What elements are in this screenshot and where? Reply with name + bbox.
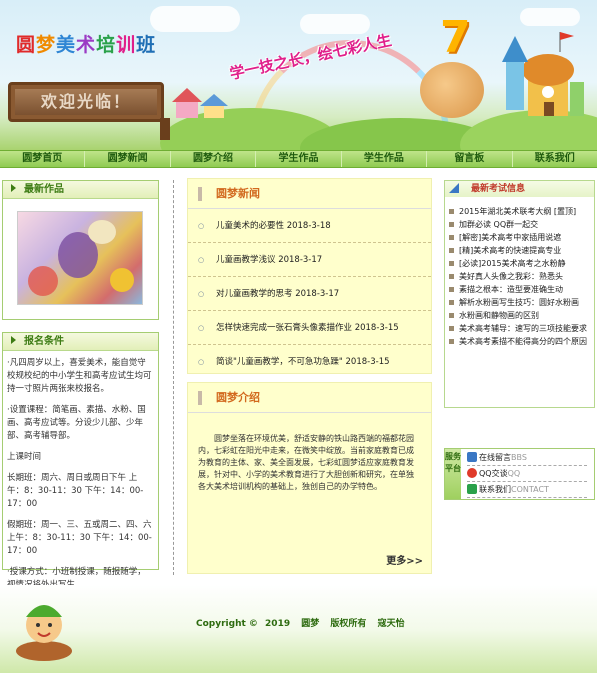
qq-suffix: QQ <box>507 469 521 478</box>
arrow-right-icon <box>11 184 16 192</box>
qq-label: QQ交谈 <box>479 469 508 478</box>
sign-post <box>160 118 170 140</box>
logo-char: 培 <box>96 34 117 56</box>
latest-works-box: 最新作品 <box>2 180 159 320</box>
guestbook-icon <box>467 452 477 462</box>
news-panel: 圆梦新闻 儿童美术的必要性 2018-3-18 儿童画教学浅议 2018-3-1… <box>187 178 432 379</box>
contact-icon <box>467 484 477 494</box>
exam-link[interactable]: [必读]2015美术高考之水粉静 <box>449 257 590 270</box>
exam-link[interactable]: [解密]美术高考中家插用说遮 <box>449 231 590 244</box>
copyright-year: 2019 <box>265 619 291 629</box>
nav-about[interactable]: 圆梦介绍 <box>171 151 257 167</box>
cloud <box>150 6 240 32</box>
latest-works-title: 最新作品 <box>24 184 64 195</box>
news-link[interactable]: 儿童美术的必要性 2018-3-18 <box>188 209 431 243</box>
cloud <box>300 14 370 34</box>
nav-contact[interactable]: 联系我们 <box>513 151 597 167</box>
intro-panel: 圆梦介绍 圆梦坐落在环境优美，舒适安静的铁山路西端的福都花园内，七彩虹在阳光中走… <box>187 382 432 574</box>
number-seven-badge: 7 <box>440 12 471 63</box>
copyright-author: 寇天怡 <box>377 619 405 629</box>
nav-works[interactable]: 学生作品 <box>256 151 342 167</box>
copyright-name: 圆梦 <box>301 619 320 629</box>
logo-char: 训 <box>116 34 137 56</box>
enroll-paragraph: 长期班：周六、周日或周日下午 上午：8：30-11：30 下午：14：00-17… <box>7 473 144 509</box>
intro-text: 圆梦坐落在环境优美，舒适安静的铁山路西端的福都花园内，七彩虹在阳光中走来，在微笑… <box>198 434 414 491</box>
footer: Copyright © 2019 圆梦 版权所有 寇天怡 <box>0 585 597 673</box>
logo-char: 梦 <box>36 34 57 56</box>
exam-link[interactable]: 2015年湖北美术联考大纲 [置顶] <box>449 205 590 218</box>
arrow-right-icon <box>11 336 16 344</box>
contact-link[interactable]: 联系我们CONTACT <box>467 483 587 498</box>
nav-news[interactable]: 圆梦新闻 <box>85 151 171 167</box>
news-link[interactable]: 简谈"儿童画教学，不可急功急躁" 2018-3-15 <box>188 345 431 379</box>
enroll-title: 报名条件 <box>24 336 64 347</box>
main-nav: 圆梦首页 圆梦新闻 圆梦介绍 学生作品 学生作品 留言板 联系我们 <box>0 150 597 168</box>
logo-char: 美 <box>56 34 77 56</box>
news-link[interactable]: 对儿童画教学的思考 2018-3-17 <box>188 277 431 311</box>
contact-suffix: CONTACT <box>511 485 549 494</box>
guestbook-link[interactable]: 在线留言BBS <box>467 451 587 466</box>
header-banner: 7 圆梦美术培训班 学一技之长，绘七彩人生 欢迎光临！ <box>0 0 597 150</box>
copyright-rights: 版权所有 <box>330 619 367 629</box>
copyright-label: Copyright © <box>196 619 258 629</box>
nav-home[interactable]: 圆梦首页 <box>0 151 86 167</box>
qq-icon <box>467 468 477 478</box>
site-logo[interactable]: 圆梦美术培训班 <box>16 30 156 57</box>
castle-icon <box>502 32 584 116</box>
service-platform: 服务平台 在线留言BBS QQ交谈QQ 联系我们CONTACT <box>444 448 595 500</box>
enroll-paragraph: 假期班：周一、三、五或周二、四、六上午：8：30-11：30 下午：14：00-… <box>7 520 152 556</box>
enroll-paragraph: ·凡四周岁以上，喜爱美术，能自觉守校规校纪的中小学生和高考应试生均可持一寸照片两… <box>7 358 152 394</box>
latest-works-header: 最新作品 <box>3 181 158 199</box>
more-link[interactable]: 更多>> <box>386 552 423 567</box>
service-tab-label: 服务平台 <box>445 449 461 499</box>
logo-char: 术 <box>76 34 97 56</box>
contact-label: 联系我们 <box>479 485 511 494</box>
exam-info-box: 最新考试信息 2015年湖北美术联考大纲 [置顶] 加群必读 QQ群一起交 [解… <box>444 180 595 408</box>
intro-title: 圆梦介绍 <box>188 383 431 413</box>
exam-link[interactable]: 美好真人头像之我彩：熟悉头 <box>449 270 590 283</box>
exam-link[interactable]: 美术高考素描不能得高分的四个原因 <box>449 335 590 348</box>
qq-link[interactable]: QQ交谈QQ <box>467 467 587 482</box>
exam-link[interactable]: 美术高考辅导：速写的三项技能要求 <box>449 322 590 335</box>
exam-link[interactable]: 加群必读 QQ群一起交 <box>449 218 590 231</box>
enroll-text: ·凡四周岁以上，喜爱美术，能自觉守校规校纪的中小学生和高考应试生均可持一寸照片两… <box>3 351 158 592</box>
column-divider <box>173 180 174 575</box>
logo-char: 圆 <box>16 34 37 56</box>
enroll-box: 报名条件 ·凡四周岁以上，喜爱美术，能自觉守校规校纪的中小学生和高考应试生均可持… <box>2 332 159 590</box>
exam-info-list: 2015年湖北美术联考大纲 [置顶] 加群必读 QQ群一起交 [解密]美术高考中… <box>445 197 594 348</box>
guestbook-suffix: BBS <box>511 453 527 462</box>
mascot-icon <box>16 605 72 661</box>
guestbook-label: 在线留言 <box>479 453 511 462</box>
cloud <box>520 8 580 26</box>
exam-link[interactable]: 素描之根本：造型要准确生动 <box>449 283 590 296</box>
cookie-mascot <box>420 62 484 118</box>
news-link[interactable]: 怎样快速完成一张石膏头像素描作业 2018-3-15 <box>188 311 431 345</box>
copyright-line: Copyright © 2019 圆梦 版权所有 寇天怡 <box>196 616 409 629</box>
exam-link[interactable]: [精]美术高考的快速提高专业 <box>449 244 590 257</box>
artwork-thumbnail[interactable] <box>17 211 143 305</box>
news-link[interactable]: 儿童画教学浅议 2018-3-17 <box>188 243 431 277</box>
welcome-sign: 欢迎光临！ <box>8 82 164 122</box>
nav-works-2[interactable]: 学生作品 <box>342 151 428 167</box>
news-title: 圆梦新闻 <box>188 179 431 209</box>
welcome-text: 欢迎光临！ <box>15 89 157 115</box>
exam-link[interactable]: 解析水粉画写生技巧：圆好水粉画 <box>449 296 590 309</box>
enroll-header: 报名条件 <box>3 333 158 351</box>
exam-link[interactable]: 水粉画和静物画的区别 <box>449 309 590 322</box>
logo-char: 班 <box>136 34 157 56</box>
house-icon <box>172 88 228 118</box>
exam-info-title: 最新考试信息 <box>445 181 594 197</box>
enroll-paragraph: 上课时间 <box>7 452 42 462</box>
enroll-paragraph: ·设置课程：简笔画、素描、水粉、国画、高考应试等。分设少儿部、少年部、高考辅导部… <box>7 405 146 441</box>
nav-guestbook[interactable]: 留言板 <box>427 151 513 167</box>
